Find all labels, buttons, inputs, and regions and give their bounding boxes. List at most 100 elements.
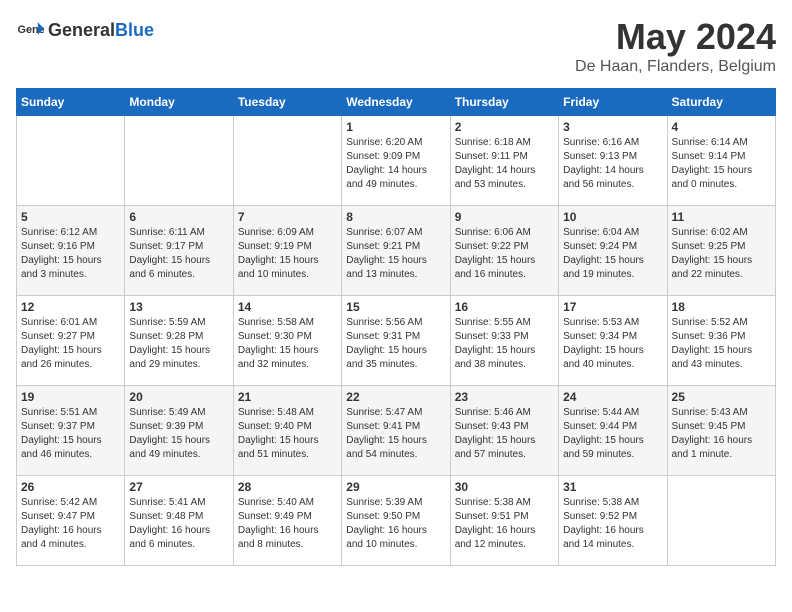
- calendar-day-31: 31 Sunrise: 5:38 AM Sunset: 9:52 PM Dayli…: [559, 476, 667, 566]
- logo-blue-text: Blue: [115, 20, 154, 41]
- calendar-day-10: 10 Sunrise: 6:04 AM Sunset: 9:24 PM Dayli…: [559, 206, 667, 296]
- calendar-week-row: 12 Sunrise: 6:01 AM Sunset: 9:27 PM Dayli…: [17, 296, 776, 386]
- day-number: 12: [21, 300, 120, 314]
- calendar-day-30: 30 Sunrise: 5:38 AM Sunset: 9:51 PM Dayli…: [450, 476, 558, 566]
- day-number: 23: [455, 390, 554, 404]
- day-info: Sunrise: 5:56 AM Sunset: 9:31 PM Dayligh…: [346, 316, 445, 372]
- day-info: Sunrise: 5:52 AM Sunset: 9:36 PM Dayligh…: [672, 316, 771, 372]
- day-info: Sunrise: 5:38 AM Sunset: 9:52 PM Dayligh…: [563, 496, 662, 552]
- logo: General General Blue: [16, 16, 154, 44]
- day-info: Sunrise: 5:39 AM Sunset: 9:50 PM Dayligh…: [346, 496, 445, 552]
- day-number: 14: [238, 300, 337, 314]
- calendar-day-19: 19 Sunrise: 5:51 AM Sunset: 9:37 PM Dayli…: [17, 386, 125, 476]
- calendar-day-24: 24 Sunrise: 5:44 AM Sunset: 9:44 PM Dayli…: [559, 386, 667, 476]
- calendar-week-row: 5Sunrise: 6:12 AM Sunset: 9:16 PM Daylig…: [17, 206, 776, 296]
- calendar-day-22: 22 Sunrise: 5:47 AM Sunset: 9:41 PM Dayli…: [342, 386, 450, 476]
- calendar-day-23: 23 Sunrise: 5:46 AM Sunset: 9:43 PM Dayli…: [450, 386, 558, 476]
- day-number: 31: [563, 480, 662, 494]
- weekday-header-thursday: Thursday: [450, 89, 558, 116]
- day-number: 10: [563, 210, 662, 224]
- calendar-day-9: 9 Sunrise: 6:06 AM Sunset: 9:22 PM Daylig…: [450, 206, 558, 296]
- day-info: Sunrise: 5:42 AM Sunset: 9:47 PM Dayligh…: [21, 496, 120, 552]
- calendar-day-27: 27 Sunrise: 5:41 AM Sunset: 9:48 PM Dayli…: [125, 476, 233, 566]
- day-number: 2: [455, 120, 554, 134]
- day-number: 8: [346, 210, 445, 224]
- day-info: Sunrise: 6:14 AM Sunset: 9:14 PM Dayligh…: [672, 136, 771, 192]
- day-info: Sunrise: 5:38 AM Sunset: 9:51 PM Dayligh…: [455, 496, 554, 552]
- day-number: 4: [672, 120, 771, 134]
- day-number: 28: [238, 480, 337, 494]
- day-info: Sunrise: 5:44 AM Sunset: 9:44 PM Dayligh…: [563, 406, 662, 462]
- day-info: Sunrise: 6:20 AM Sunset: 9:09 PM Dayligh…: [346, 136, 445, 192]
- calendar-day-16: 16Sunrise: 5:55 AM Sunset: 9:33 PM Dayli…: [450, 296, 558, 386]
- calendar-subtitle: De Haan, Flanders, Belgium: [575, 58, 776, 76]
- calendar-table: SundayMondayTuesdayWednesdayThursdayFrid…: [16, 88, 776, 566]
- day-number: 6: [129, 210, 228, 224]
- day-info: Sunrise: 5:43 AM Sunset: 9:45 PM Dayligh…: [672, 406, 771, 462]
- weekday-header-monday: Monday: [125, 89, 233, 116]
- day-info: Sunrise: 5:48 AM Sunset: 9:40 PM Dayligh…: [238, 406, 337, 462]
- calendar-week-row: 19 Sunrise: 5:51 AM Sunset: 9:37 PM Dayli…: [17, 386, 776, 476]
- day-info: Sunrise: 5:47 AM Sunset: 9:41 PM Dayligh…: [346, 406, 445, 462]
- day-number: 30: [455, 480, 554, 494]
- weekday-row: SundayMondayTuesdayWednesdayThursdayFrid…: [17, 89, 776, 116]
- day-info: Sunrise: 5:41 AM Sunset: 9:48 PM Dayligh…: [129, 496, 228, 552]
- calendar-day-26: 26Sunrise: 5:42 AM Sunset: 9:47 PM Dayli…: [17, 476, 125, 566]
- calendar-day-15: 15 Sunrise: 5:56 AM Sunset: 9:31 PM Dayli…: [342, 296, 450, 386]
- day-info: Sunrise: 6:11 AM Sunset: 9:17 PM Dayligh…: [129, 226, 228, 282]
- calendar-day-4: 4 Sunrise: 6:14 AM Sunset: 9:14 PM Daylig…: [667, 116, 775, 206]
- calendar-day-5: 5Sunrise: 6:12 AM Sunset: 9:16 PM Daylig…: [17, 206, 125, 296]
- calendar-title-area: May 2024 De Haan, Flanders, Belgium: [575, 16, 776, 76]
- day-number: 9: [455, 210, 554, 224]
- page-header: General General Blue May 2024 De Haan, F…: [16, 16, 776, 76]
- calendar-title: May 2024: [575, 16, 776, 58]
- day-info: Sunrise: 5:51 AM Sunset: 9:37 PM Dayligh…: [21, 406, 120, 462]
- calendar-day-1: 1 Sunrise: 6:20 AM Sunset: 9:09 PM Daylig…: [342, 116, 450, 206]
- calendar-day-6: 6 Sunrise: 6:11 AM Sunset: 9:17 PM Daylig…: [125, 206, 233, 296]
- day-info: Sunrise: 5:53 AM Sunset: 9:34 PM Dayligh…: [563, 316, 662, 372]
- day-info: Sunrise: 5:46 AM Sunset: 9:43 PM Dayligh…: [455, 406, 554, 462]
- day-number: 3: [563, 120, 662, 134]
- calendar-day-18: 18Sunrise: 5:52 AM Sunset: 9:36 PM Dayli…: [667, 296, 775, 386]
- day-number: 29: [346, 480, 445, 494]
- day-number: 19: [21, 390, 120, 404]
- weekday-header-tuesday: Tuesday: [233, 89, 341, 116]
- calendar-day-21: 21 Sunrise: 5:48 AM Sunset: 9:40 PM Dayli…: [233, 386, 341, 476]
- day-number: 27: [129, 480, 228, 494]
- calendar-week-row: 1 Sunrise: 6:20 AM Sunset: 9:09 PM Daylig…: [17, 116, 776, 206]
- day-number: 21: [238, 390, 337, 404]
- logo-general-text: General: [48, 20, 115, 41]
- day-number: 1: [346, 120, 445, 134]
- calendar-day-2: 2Sunrise: 6:18 AM Sunset: 9:11 PM Daylig…: [450, 116, 558, 206]
- calendar-day-17: 17 Sunrise: 5:53 AM Sunset: 9:34 PM Dayli…: [559, 296, 667, 386]
- calendar-empty-cell: [17, 116, 125, 206]
- calendar-day-14: 14Sunrise: 5:58 AM Sunset: 9:30 PM Dayli…: [233, 296, 341, 386]
- calendar-empty-cell: [125, 116, 233, 206]
- day-info: Sunrise: 6:06 AM Sunset: 9:22 PM Dayligh…: [455, 226, 554, 282]
- day-number: 13: [129, 300, 228, 314]
- day-number: 22: [346, 390, 445, 404]
- day-info: Sunrise: 6:12 AM Sunset: 9:16 PM Dayligh…: [21, 226, 120, 282]
- day-info: Sunrise: 5:40 AM Sunset: 9:49 PM Dayligh…: [238, 496, 337, 552]
- calendar-day-7: 7Sunrise: 6:09 AM Sunset: 9:19 PM Daylig…: [233, 206, 341, 296]
- day-info: Sunrise: 6:01 AM Sunset: 9:27 PM Dayligh…: [21, 316, 120, 372]
- weekday-header-sunday: Sunday: [17, 89, 125, 116]
- day-number: 11: [672, 210, 771, 224]
- day-number: 24: [563, 390, 662, 404]
- day-info: Sunrise: 5:59 AM Sunset: 9:28 PM Dayligh…: [129, 316, 228, 372]
- weekday-header-saturday: Saturday: [667, 89, 775, 116]
- calendar-day-28: 28 Sunrise: 5:40 AM Sunset: 9:49 PM Dayli…: [233, 476, 341, 566]
- calendar-day-11: 11 Sunrise: 6:02 AM Sunset: 9:25 PM Dayli…: [667, 206, 775, 296]
- day-number: 17: [563, 300, 662, 314]
- day-number: 15: [346, 300, 445, 314]
- day-info: Sunrise: 5:55 AM Sunset: 9:33 PM Dayligh…: [455, 316, 554, 372]
- day-info: Sunrise: 6:04 AM Sunset: 9:24 PM Dayligh…: [563, 226, 662, 282]
- day-info: Sunrise: 6:07 AM Sunset: 9:21 PM Dayligh…: [346, 226, 445, 282]
- day-number: 20: [129, 390, 228, 404]
- weekday-header-wednesday: Wednesday: [342, 89, 450, 116]
- day-info: Sunrise: 6:09 AM Sunset: 9:19 PM Dayligh…: [238, 226, 337, 282]
- calendar-day-13: 13 Sunrise: 5:59 AM Sunset: 9:28 PM Dayli…: [125, 296, 233, 386]
- day-info: Sunrise: 6:02 AM Sunset: 9:25 PM Dayligh…: [672, 226, 771, 282]
- calendar-day-25: 25 Sunrise: 5:43 AM Sunset: 9:45 PM Dayli…: [667, 386, 775, 476]
- day-number: 25: [672, 390, 771, 404]
